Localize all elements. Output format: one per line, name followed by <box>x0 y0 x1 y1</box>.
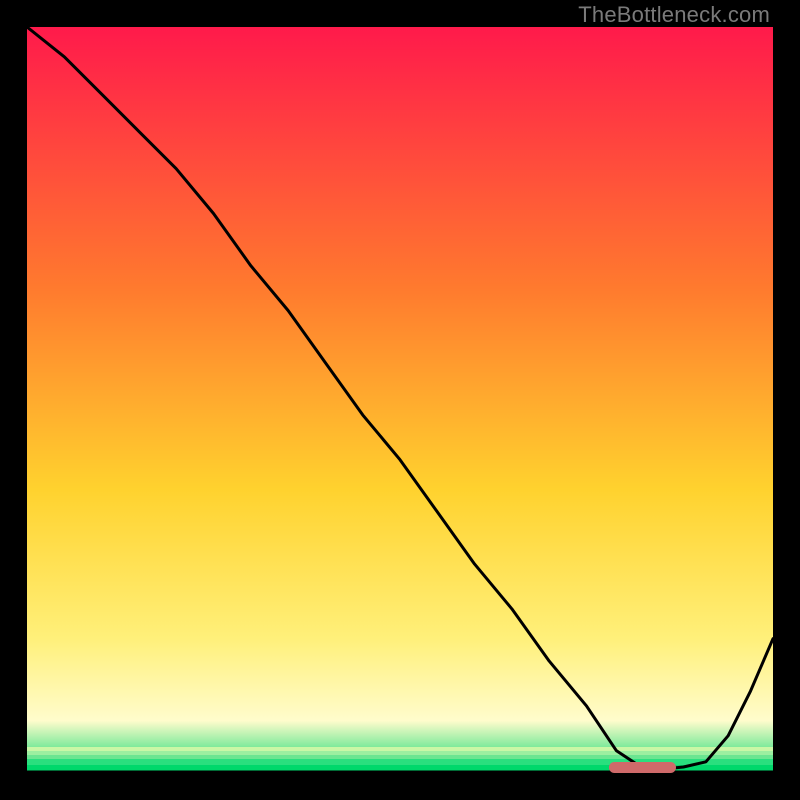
band-3 <box>27 755 773 759</box>
band-2 <box>27 751 773 755</box>
chart-frame <box>27 27 773 773</box>
band-1 <box>27 747 773 751</box>
optimal-range-marker <box>609 762 676 773</box>
gradient-background <box>27 27 773 773</box>
bottleneck-chart <box>27 27 773 773</box>
watermark-text: TheBottleneck.com <box>578 2 770 28</box>
